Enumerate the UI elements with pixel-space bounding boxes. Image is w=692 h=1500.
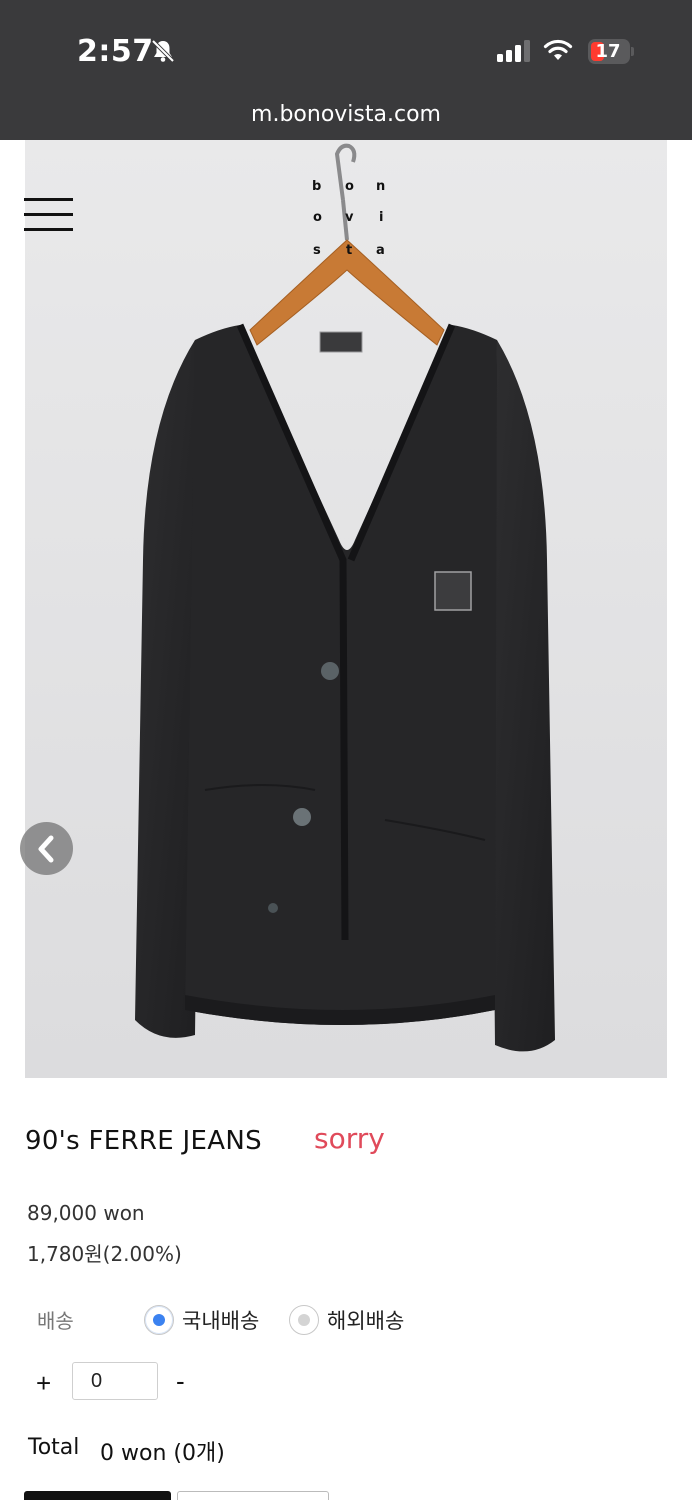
overseas-shipping-label[interactable]: 해외배송 bbox=[327, 1305, 404, 1335]
logo-letter: t bbox=[346, 243, 353, 258]
battery-cap bbox=[631, 47, 634, 56]
quantity-increase-button[interactable]: + bbox=[36, 1368, 51, 1399]
product-price: 89,000 won bbox=[27, 1201, 145, 1225]
shipping-label: 배송 bbox=[37, 1311, 74, 1333]
status-time: 2:57 bbox=[77, 34, 154, 69]
sold-out-badge: sorry bbox=[314, 1122, 385, 1155]
previous-image-button[interactable] bbox=[20, 822, 73, 875]
radio-dot bbox=[298, 1314, 310, 1326]
logo-letter: i bbox=[379, 210, 384, 225]
reward-points: 1,780원(2.00%) bbox=[27, 1242, 182, 1266]
browser-top-bar: 2:57 17 m.bonovista.com bbox=[0, 0, 692, 140]
product-title: 90's FERRE JEANS bbox=[25, 1126, 262, 1156]
logo-letter: n bbox=[376, 179, 386, 194]
product-image[interactable] bbox=[25, 140, 667, 1078]
bell-slash-icon bbox=[151, 39, 175, 63]
logo-letter: b bbox=[312, 179, 322, 194]
menu-line bbox=[24, 198, 73, 201]
menu-line bbox=[24, 213, 73, 216]
quantity-input[interactable] bbox=[72, 1362, 158, 1400]
logo-letter: s bbox=[313, 243, 321, 258]
logo-letter: v bbox=[345, 210, 354, 225]
site-logo[interactable]: b o n o v i s t a bbox=[305, 176, 395, 266]
buy-now-button[interactable] bbox=[24, 1491, 171, 1500]
logo-letter: o bbox=[313, 210, 322, 225]
battery-icon: 17 bbox=[588, 39, 630, 64]
overseas-shipping-radio[interactable] bbox=[289, 1305, 319, 1335]
chevron-left-icon bbox=[38, 835, 54, 863]
total-label: Total bbox=[28, 1435, 80, 1460]
battery-percent: 17 bbox=[595, 41, 621, 62]
logo-letter: a bbox=[376, 243, 385, 258]
total-value: 0 won (0개) bbox=[100, 1441, 225, 1466]
menu-line bbox=[24, 228, 73, 231]
domestic-shipping-radio[interactable] bbox=[144, 1305, 174, 1335]
radio-dot bbox=[153, 1314, 165, 1326]
address-bar-url[interactable]: m.bonovista.com bbox=[0, 102, 692, 127]
domestic-shipping-label[interactable]: 국내배송 bbox=[182, 1305, 259, 1335]
cellular-signal-icon bbox=[497, 40, 530, 62]
wifi-icon bbox=[543, 39, 573, 60]
quantity-decrease-button[interactable]: - bbox=[176, 1366, 185, 1397]
cardigan-photo bbox=[25, 140, 667, 1078]
logo-letter: o bbox=[345, 179, 354, 194]
hamburger-menu-icon[interactable] bbox=[24, 198, 73, 232]
add-to-cart-button[interactable] bbox=[177, 1491, 329, 1500]
